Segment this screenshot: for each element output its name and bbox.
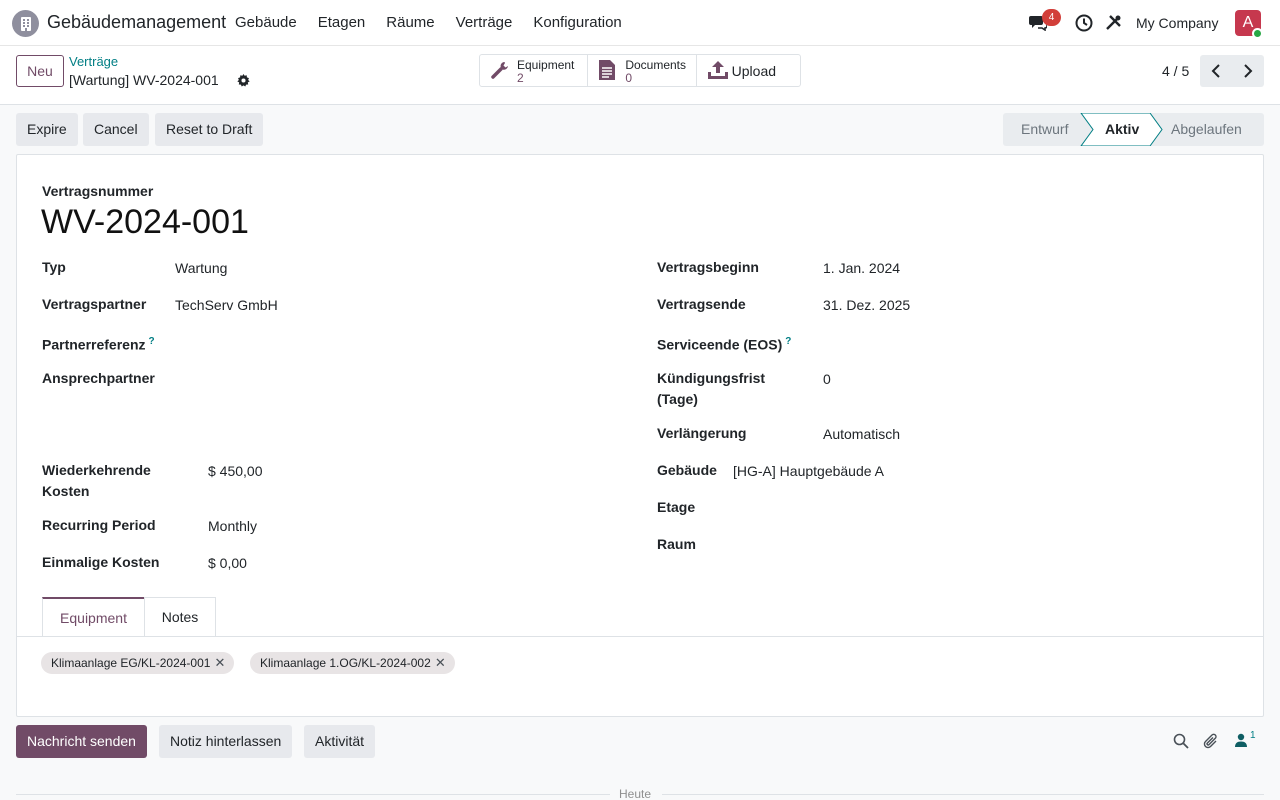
renewal-value[interactable]: Automatisch bbox=[823, 424, 900, 445]
tab-equipment[interactable]: Equipment bbox=[42, 597, 145, 637]
control-panel: Neu Verträge [Wartung] WV-2024-001 Equip… bbox=[0, 46, 1280, 105]
menu-item-raeume[interactable]: Räume bbox=[386, 14, 434, 31]
contact-label: Ansprechpartner bbox=[42, 370, 155, 386]
equipment-count: 2 bbox=[517, 71, 524, 85]
followers-count: 1 bbox=[1250, 730, 1256, 741]
start-date-label: Vertragsbeginn bbox=[657, 259, 759, 275]
chevron-left-icon bbox=[1211, 64, 1220, 78]
upload-smart-button[interactable]: Upload bbox=[697, 55, 800, 86]
pager-next-button[interactable] bbox=[1232, 55, 1264, 87]
end-date-label: Vertragsende bbox=[657, 296, 746, 312]
recurring-costs-label-line1: Wiederkehrende bbox=[42, 462, 151, 478]
reset-to-draft-button[interactable]: Reset to Draft bbox=[155, 113, 264, 146]
partner-label: Vertragspartner bbox=[42, 296, 147, 312]
partner-value[interactable]: TechServ GmbH bbox=[175, 295, 278, 316]
main-menu: Gebäude Etagen Räume Verträge Konfigurat… bbox=[235, 14, 643, 31]
company-switcher[interactable]: My Company bbox=[1136, 15, 1218, 31]
equipment-label: Equipment bbox=[517, 58, 575, 72]
onetime-costs-value[interactable]: $ 0,00 bbox=[208, 553, 247, 574]
pager-value[interactable]: 4 / 5 bbox=[1162, 63, 1189, 79]
document-icon bbox=[599, 60, 616, 80]
follower-icon[interactable] bbox=[1235, 733, 1247, 748]
building-label: Gebäude bbox=[657, 462, 717, 478]
documents-smart-button[interactable]: Documents 0 bbox=[588, 55, 697, 86]
timeline-divider-right bbox=[662, 794, 1264, 795]
notice-period-label-line2: (Tage) bbox=[657, 391, 698, 407]
log-note-button[interactable]: Notiz hinterlassen bbox=[159, 725, 293, 758]
floor-label: Etage bbox=[657, 499, 696, 515]
clock-icon[interactable] bbox=[1075, 14, 1093, 32]
recurring-period-label: Recurring Period bbox=[42, 517, 156, 533]
partner-ref-label-text: Partnerreferenz bbox=[42, 336, 146, 353]
equipment-smart-button[interactable]: Equipment 2 bbox=[480, 55, 589, 86]
menu-item-gebaeude[interactable]: Gebäude bbox=[235, 14, 297, 31]
status-bar: Expire Cancel Reset to Draft Entwurf Akt… bbox=[0, 105, 1280, 155]
equipment-tag-label: Klimaanlage EG/KL-2024-001 bbox=[51, 656, 211, 670]
partner-ref-label: Partnerreferenz? bbox=[42, 331, 155, 356]
building-value[interactable]: [HG-A] Hauptgebäude A bbox=[733, 461, 884, 482]
onetime-costs-label: Einmalige Kosten bbox=[42, 554, 160, 570]
search-icon[interactable] bbox=[1173, 733, 1189, 749]
recurring-costs-value[interactable]: $ 450,00 bbox=[208, 461, 263, 482]
chevron-right-icon bbox=[1244, 64, 1253, 78]
equipment-tag-label: Klimaanlage 1.OG/KL-2024-002 bbox=[260, 656, 431, 670]
type-value[interactable]: Wartung bbox=[175, 258, 227, 279]
chat-count-badge: 4 bbox=[1042, 9, 1061, 26]
notice-period-value[interactable]: 0 bbox=[823, 369, 831, 390]
pager-previous-button[interactable] bbox=[1200, 55, 1232, 87]
equipment-tag: Klimaanlage 1.OG/KL-2024-002 ✕ bbox=[250, 652, 455, 674]
smart-buttons: Equipment 2 Documents 0 Upload bbox=[479, 54, 801, 87]
notice-period-label-line1: Kündigungsfrist bbox=[657, 370, 766, 386]
upload-label: Upload bbox=[731, 63, 777, 79]
online-status-dot bbox=[1252, 28, 1263, 39]
gear-icon[interactable] bbox=[237, 74, 250, 87]
start-date-value[interactable]: 1. Jan. 2024 bbox=[823, 258, 900, 279]
upload-icon bbox=[707, 61, 728, 79]
cancel-button[interactable]: Cancel bbox=[83, 113, 149, 146]
recurring-costs-label-line2: Kosten bbox=[42, 483, 90, 499]
help-icon[interactable]: ? bbox=[785, 336, 791, 347]
contract-number-label: Vertragsnummer bbox=[42, 183, 154, 199]
breadcrumb-parent[interactable]: Verträge bbox=[69, 54, 118, 69]
menu-item-etagen[interactable]: Etagen bbox=[318, 14, 366, 31]
wrench-icon bbox=[491, 62, 508, 79]
paperclip-icon[interactable] bbox=[1203, 733, 1219, 750]
stage-aktiv[interactable]: Aktiv bbox=[1105, 113, 1139, 146]
app-name[interactable]: Gebäudemanagement bbox=[47, 12, 226, 33]
documents-count: 0 bbox=[625, 71, 633, 85]
stage-abgelaufen[interactable]: Abgelaufen bbox=[1171, 113, 1242, 146]
timeline-divider-left bbox=[16, 794, 610, 795]
form-sheet: Vertragsnummer WV-2024-001 Typ Wartung V… bbox=[16, 154, 1264, 717]
tools-icon[interactable] bbox=[1105, 14, 1122, 31]
building-icon bbox=[20, 16, 31, 31]
menu-item-vertraege[interactable]: Verträge bbox=[456, 14, 513, 31]
type-label: Typ bbox=[42, 259, 66, 275]
tab-notes[interactable]: Notes bbox=[144, 597, 216, 637]
close-icon[interactable]: ✕ bbox=[435, 652, 446, 674]
eos-label-text: Serviceende (EOS) bbox=[657, 336, 783, 353]
recurring-period-value[interactable]: Monthly bbox=[208, 516, 257, 537]
top-navbar: Gebäudemanagement Gebäude Etagen Räume V… bbox=[0, 0, 1280, 46]
renewal-label: Verlängerung bbox=[657, 425, 747, 441]
menu-item-konfiguration[interactable]: Konfiguration bbox=[533, 14, 621, 31]
expire-button[interactable]: Expire bbox=[16, 113, 78, 146]
building-app-icon[interactable] bbox=[12, 10, 39, 37]
room-label: Raum bbox=[657, 536, 696, 552]
contract-number-title[interactable]: WV-2024-001 bbox=[41, 203, 249, 242]
eos-label: Serviceende (EOS)? bbox=[657, 331, 791, 356]
send-message-button[interactable]: Nachricht senden bbox=[16, 725, 147, 758]
equipment-tag: Klimaanlage EG/KL-2024-001 ✕ bbox=[41, 652, 235, 674]
documents-label: Documents bbox=[625, 58, 687, 72]
tab-divider bbox=[17, 636, 1263, 637]
new-button[interactable]: Neu bbox=[16, 55, 64, 87]
activity-button[interactable]: Aktivität bbox=[304, 725, 376, 758]
stage-pipeline: Entwurf Aktiv Abgelaufen bbox=[1003, 113, 1264, 146]
stage-entwurf[interactable]: Entwurf bbox=[1021, 113, 1068, 146]
help-icon[interactable]: ? bbox=[149, 336, 155, 347]
close-icon[interactable]: ✕ bbox=[215, 652, 226, 674]
end-date-value[interactable]: 31. Dez. 2025 bbox=[823, 295, 910, 316]
breadcrumb-current: [Wartung] WV-2024-001 bbox=[69, 72, 219, 88]
today-label: Heute bbox=[619, 787, 652, 800]
